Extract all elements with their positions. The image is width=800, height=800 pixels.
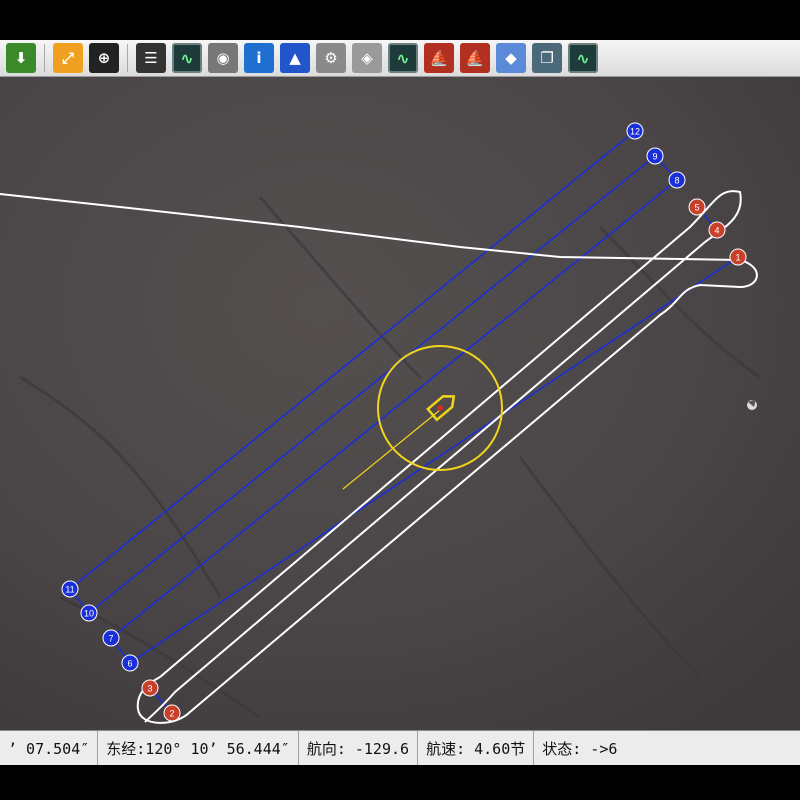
group-icon[interactable]: ◆	[496, 43, 526, 73]
waypoint-blue-9[interactable]: 9	[646, 147, 664, 165]
window-icon[interactable]: ❐	[532, 43, 562, 73]
waypoint-blue-7[interactable]: 7	[102, 629, 120, 647]
waypoint-label: 12	[630, 127, 640, 137]
expand-icon[interactable]: ⤢	[53, 43, 83, 73]
boat-icon[interactable]: ⛵	[460, 43, 490, 73]
waypoint-label: 6	[127, 659, 132, 669]
toolbar: ⬇ ⤢ ⊕ ☰ ∿ ◉ i ▲ ⚙ ◈ ∿ ⛵ ⛵ ◆ ❐ ∿	[0, 40, 800, 77]
waypoint-label: 3	[147, 684, 152, 694]
toolbar-separator	[127, 44, 128, 72]
waypoint-red-5[interactable]: 5	[688, 198, 706, 216]
screen-border	[0, 765, 800, 800]
state-readout: 状态: ->6	[542, 740, 618, 758]
waypoint-blue-11[interactable]: 11	[61, 580, 79, 598]
toolbar-separator	[44, 44, 45, 72]
info-icon[interactable]: i	[244, 43, 274, 73]
waypoint-blue-12[interactable]: 12	[626, 122, 644, 140]
waypoint-label: 11	[65, 585, 74, 595]
list-icon[interactable]: ☰	[136, 43, 166, 73]
waypoint-blue-8[interactable]: 8	[668, 171, 686, 189]
gear-icon[interactable]: ⚙	[316, 43, 346, 73]
boat-icon[interactable]: ⛵	[424, 43, 454, 73]
route-icon[interactable]: ◈	[352, 43, 382, 73]
monitor-icon[interactable]: ∿	[568, 43, 598, 73]
speed-readout: 航速: 4.60节	[418, 731, 535, 766]
waypoint-label: 1	[735, 253, 740, 263]
monitor-icon[interactable]: ∿	[388, 43, 418, 73]
waypoint-label: 5	[694, 203, 699, 213]
crosshair-icon[interactable]: ⊕	[89, 43, 119, 73]
latitude-readout: ’ 07.504″	[0, 731, 99, 766]
waypoint-blue-10[interactable]: 10	[80, 604, 98, 622]
waypoint-label: 8	[674, 176, 679, 186]
waypoint-label: 2	[169, 709, 174, 719]
status-bar: ’ 07.504″ 东经:120° 10’ 56.444″ 航向: -129.6…	[0, 730, 800, 766]
webcam-icon[interactable]: ◉	[208, 43, 238, 73]
download-icon[interactable]: ⬇	[6, 43, 36, 73]
waypoint-red-2[interactable]: 2	[163, 704, 181, 722]
waypoint-red-4[interactable]: 4	[708, 221, 726, 239]
waypoint-label: 9	[652, 152, 657, 162]
navigation-arrow-icon[interactable]: ▲	[280, 43, 310, 73]
waypoint-label: 4	[714, 226, 719, 236]
waypoint-red-1[interactable]: 1	[729, 248, 747, 266]
waypoint-label: 10	[84, 609, 94, 619]
heading-readout: 航向: -129.6	[299, 731, 419, 766]
waypoint-label: 7	[108, 634, 113, 644]
waypoint-blue-6[interactable]: 6	[121, 654, 139, 672]
monitor-icon[interactable]: ∿	[172, 43, 202, 73]
map-view[interactable]: 12 9 8 11 10 7 6 5 4 1 3 2	[0, 77, 800, 730]
longitude-readout: 东经:120° 10’ 56.444″	[98, 731, 299, 766]
waypoint-red-3[interactable]: 3	[141, 679, 159, 697]
